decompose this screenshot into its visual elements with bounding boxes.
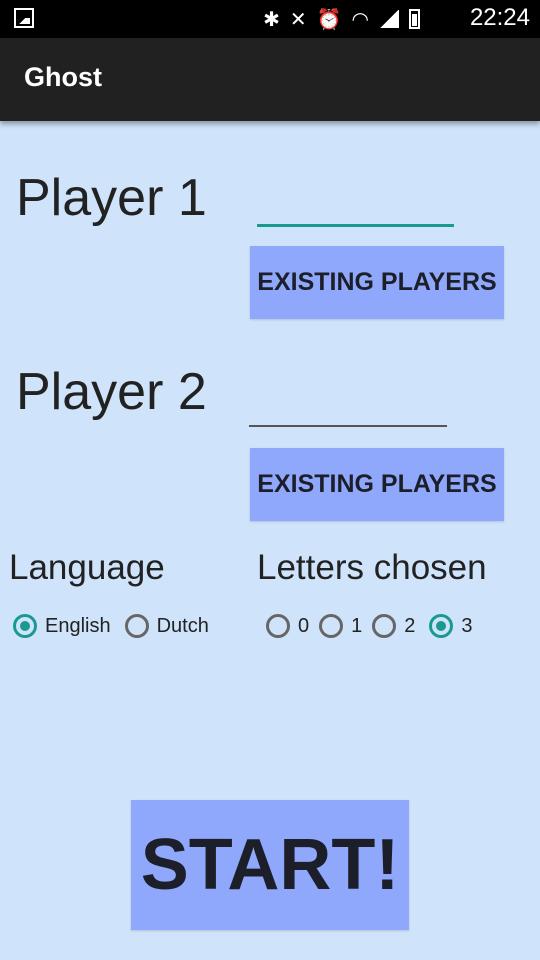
player1-existing-players-button[interactable]: EXISTING PLAYERS — [250, 246, 504, 319]
bluetooth-icon: ✱ — [263, 7, 280, 31]
signal-icon — [379, 10, 399, 28]
radio-label: Dutch — [156, 614, 209, 637]
app-title: Ghost — [24, 62, 102, 92]
radio-dutch[interactable]: Dutch — [124, 614, 209, 638]
radio-button-icon[interactable] — [319, 614, 344, 638]
mute-icon: ✕ — [289, 7, 307, 31]
player1-label: Player 1 — [16, 169, 207, 227]
wifi-icon: ◠ — [351, 7, 369, 31]
radio-button-icon[interactable] — [372, 614, 397, 638]
language-radio-group: English Dutch — [13, 614, 219, 638]
radio-letters-1[interactable]: 1 — [319, 614, 362, 638]
player2-existing-players-button[interactable]: EXISTING PLAYERS — [250, 448, 504, 521]
radio-label: English — [45, 614, 111, 637]
clock: 22:24 — [469, 4, 530, 31]
app-bar: Ghost — [0, 38, 540, 121]
radio-letters-2[interactable]: 2 — [372, 614, 415, 638]
start-button[interactable]: START! — [131, 800, 409, 930]
letters-radio-group: 0 1 2 3 — [266, 614, 483, 638]
player1-name-input[interactable] — [257, 188, 454, 227]
radio-button-icon[interactable] — [124, 614, 149, 638]
player2-name-input[interactable] — [249, 389, 447, 427]
player2-label: Player 2 — [16, 363, 207, 421]
battery-icon — [409, 9, 420, 29]
radio-label: 0 — [298, 614, 310, 637]
status-icons: ✱ ✕ ⏰ ◠ — [263, 6, 420, 32]
radio-button-checked-icon[interactable] — [13, 614, 37, 638]
radio-english[interactable]: English — [13, 614, 111, 638]
radio-button-icon[interactable] — [266, 614, 290, 638]
image-icon — [14, 8, 34, 28]
radio-letters-3[interactable]: 3 — [429, 614, 473, 638]
status-bar: ✱ ✕ ⏰ ◠ 22:24 — [0, 0, 540, 38]
radio-label: 2 — [404, 614, 416, 637]
radio-button-checked-icon[interactable] — [429, 614, 454, 638]
letters-chosen-label: Letters chosen — [257, 548, 487, 587]
radio-label: 1 — [351, 614, 363, 637]
radio-label: 3 — [461, 614, 473, 637]
alarm-icon: ⏰ — [316, 7, 342, 31]
language-label: Language — [9, 548, 165, 587]
radio-letters-0[interactable]: 0 — [266, 614, 309, 638]
